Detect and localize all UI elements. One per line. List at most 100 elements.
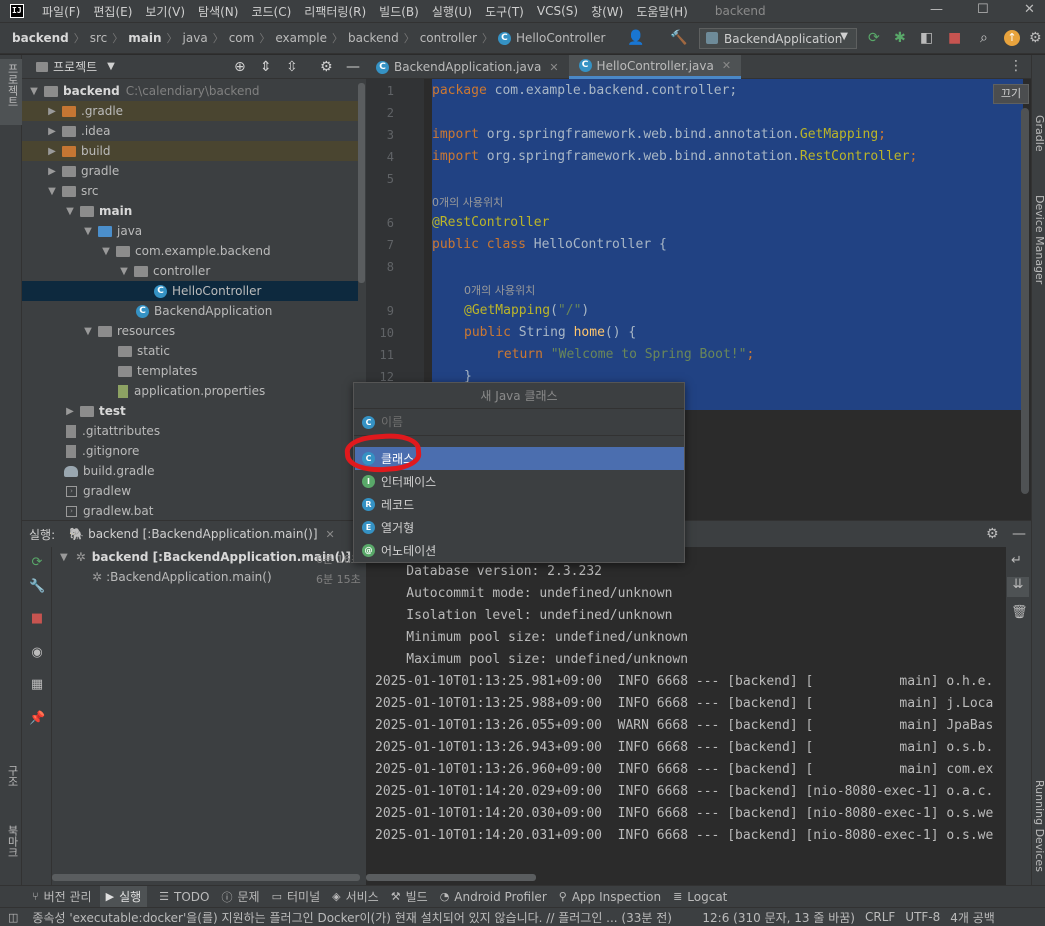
user-icon[interactable]: 👤 xyxy=(627,29,644,47)
maximize-icon[interactable]: ☐ xyxy=(977,2,989,17)
hide-panel-icon[interactable]: — xyxy=(1012,526,1026,542)
tool-run[interactable]: ▶ 실행 xyxy=(99,886,148,907)
class-name-input[interactable] xyxy=(381,415,661,429)
console-output[interactable]: Database version: 2.3.232 Autocommit mod… xyxy=(366,547,1006,885)
tree-item-build-gradle[interactable]: build.gradle xyxy=(22,461,358,481)
tree-item-gradle[interactable]: ▶ gradle xyxy=(22,161,358,181)
breadcrumb-item[interactable]: HelloController xyxy=(516,31,605,45)
collapse-all-icon[interactable]: ⇳ xyxy=(286,59,298,75)
menu-help[interactable]: 도움말(H) xyxy=(636,3,688,20)
tree-item-package[interactable]: ▼ com.example.backend xyxy=(22,241,358,261)
project-scrollbar[interactable] xyxy=(358,83,365,283)
minimize-icon[interactable]: — xyxy=(930,2,943,17)
menu-tools[interactable]: 도구(T) xyxy=(485,3,524,20)
layout-icon[interactable]: ▦ xyxy=(29,677,45,693)
hide-panel-icon[interactable]: — xyxy=(346,59,360,75)
popup-item-enum[interactable]: E 열거형 xyxy=(355,516,684,539)
run-tree-item[interactable]: ✲ :BackendApplication.main() xyxy=(92,570,272,584)
tool-terminal[interactable]: ▭ 터미널 xyxy=(272,888,321,905)
coverage-icon[interactable]: ◧ xyxy=(920,29,933,47)
wrench-icon[interactable]: 🔧 xyxy=(29,579,45,595)
tool-logcat[interactable]: ≣ Logcat xyxy=(673,890,727,904)
bookmarks-tool-label[interactable]: 북마크 xyxy=(4,825,20,858)
menu-window[interactable]: 창(W) xyxy=(591,3,623,20)
tree-item-controller[interactable]: ▼ controller xyxy=(22,261,358,281)
gear-icon[interactable]: ⚙ xyxy=(320,59,333,75)
tree-item-backendapplication[interactable]: C BackendApplication xyxy=(22,301,358,321)
tree-item-templates[interactable]: templates xyxy=(22,361,358,381)
layout-toggle-icon[interactable]: ◫ xyxy=(8,911,18,924)
stop-icon[interactable]: ■ xyxy=(948,29,961,47)
tool-android-profiler[interactable]: ◔ Android Profiler xyxy=(440,890,547,904)
popup-item-record[interactable]: R 레코드 xyxy=(355,493,684,516)
tree-item-main[interactable]: ▼ main xyxy=(22,201,358,221)
menu-code[interactable]: 코드(C) xyxy=(251,3,291,20)
close-window-icon[interactable]: ✕ xyxy=(1024,2,1035,17)
structure-tool-label[interactable]: 구조 xyxy=(4,765,20,787)
tree-item-resources[interactable]: ▼ resources xyxy=(22,321,358,341)
project-tool-tab[interactable]: 프로젝트 xyxy=(0,59,22,125)
close-tab-icon[interactable]: ✕ xyxy=(326,528,335,541)
menu-refactor[interactable]: 리팩터링(R) xyxy=(304,3,366,20)
project-panel-title[interactable]: 프로젝트 xyxy=(53,58,97,75)
run-tree-scrollbar[interactable] xyxy=(52,874,360,881)
tool-services[interactable]: ◈ 서비스 xyxy=(332,888,379,905)
debug-icon[interactable]: ✱ xyxy=(894,29,906,47)
tree-item-gitignore[interactable]: .gitignore xyxy=(22,441,358,461)
tool-app-inspection[interactable]: ⚲ App Inspection xyxy=(559,890,661,904)
update-icon[interactable]: ↑ xyxy=(1004,30,1020,46)
breadcrumb-item[interactable]: com xyxy=(229,31,255,45)
soft-wrap-icon[interactable]: ↵ xyxy=(1011,553,1022,568)
build-hammer-icon[interactable]: 🔨 xyxy=(670,29,687,47)
tool-problems[interactable]: ⓘ 문제 xyxy=(222,888,260,905)
tree-item-gradlew[interactable]: › gradlew xyxy=(22,481,358,501)
device-manager-tool-label[interactable]: Device Manager xyxy=(1033,195,1045,284)
tree-item-src[interactable]: ▼ src xyxy=(22,181,358,201)
usage-hint[interactable]: 0개의 사용위치 xyxy=(464,282,535,298)
usage-hint[interactable]: 0개의 사용위치 xyxy=(432,194,503,210)
chevron-down-icon[interactable]: ▼ xyxy=(107,61,115,72)
menu-view[interactable]: 보기(V) xyxy=(145,3,185,20)
tool-build[interactable]: ⚒ 빌드 xyxy=(391,888,428,905)
menu-vcs[interactable]: VCS(S) xyxy=(537,4,578,18)
locate-icon[interactable]: ⊕ xyxy=(234,59,246,75)
pin-icon[interactable]: 📌 xyxy=(29,711,45,727)
settings-icon[interactable]: ⚙ xyxy=(1029,29,1042,47)
menu-build[interactable]: 빌드(B) xyxy=(379,3,419,20)
search-icon[interactable]: ⌕ xyxy=(980,29,988,47)
status-message[interactable]: 종속성 'executable:docker'을(를) 지원하는 플러그인 Do… xyxy=(32,909,682,926)
file-encoding[interactable]: UTF-8 xyxy=(905,910,940,924)
tree-item-application-properties[interactable]: application.properties xyxy=(22,381,358,401)
tool-todo[interactable]: ☰ TODO xyxy=(159,890,209,904)
run-tree-item[interactable]: ▼ ✲ backend [:BackendApplication.main()] xyxy=(60,550,351,564)
running-devices-tool-label[interactable]: Running Devices xyxy=(1033,780,1045,872)
tool-version-control[interactable]: ⑂ 버전 관리 xyxy=(32,888,92,905)
rerun-icon[interactable]: ⟳ xyxy=(868,29,880,47)
clear-trash-icon[interactable]: 🗑 xyxy=(1011,605,1028,620)
menu-file[interactable]: 파일(F) xyxy=(42,3,80,20)
breadcrumb-item[interactable]: backend xyxy=(12,31,69,45)
run-configuration-select[interactable]: BackendApplication ▼ xyxy=(699,28,857,49)
editor-scrollbar[interactable] xyxy=(1021,108,1029,494)
tree-item-gradlew-bat[interactable]: › gradlew.bat xyxy=(22,501,358,521)
close-tab-icon[interactable]: ✕ xyxy=(549,61,558,74)
more-tabs-icon[interactable]: ⋮ xyxy=(1009,58,1023,74)
breadcrumb-item[interactable]: backend xyxy=(348,31,399,45)
tab-backendapplication[interactable]: C BackendApplication.java ✕ xyxy=(366,55,569,79)
popup-item-annotation[interactable]: @ 어노테이션 xyxy=(355,539,684,562)
menu-run[interactable]: 실행(U) xyxy=(432,3,472,20)
caret-position[interactable]: 12:6 (310 문자, 13 줄 바꿈) xyxy=(702,909,855,926)
tree-item-java[interactable]: ▼ java xyxy=(22,221,358,241)
tree-item-hellocontroller[interactable]: C HelloController xyxy=(22,281,358,301)
tree-item-idea[interactable]: ▶ .idea xyxy=(22,121,358,141)
breadcrumb-item[interactable]: example xyxy=(275,31,327,45)
close-tooltip[interactable]: 끄기 xyxy=(993,84,1029,104)
rerun-icon[interactable]: ⟳ xyxy=(29,555,45,571)
breadcrumb-item[interactable]: src xyxy=(90,31,108,45)
popup-item-interface[interactable]: I 인터페이스 xyxy=(355,470,684,493)
breadcrumb-item[interactable]: controller xyxy=(420,31,477,45)
breadcrumb-item[interactable]: java xyxy=(183,31,208,45)
tree-item-root[interactable]: ▼ backend C:\calendiary\backend xyxy=(22,81,358,101)
tree-item-build[interactable]: ▶ build xyxy=(22,141,358,161)
line-separator[interactable]: CRLF xyxy=(865,910,895,924)
